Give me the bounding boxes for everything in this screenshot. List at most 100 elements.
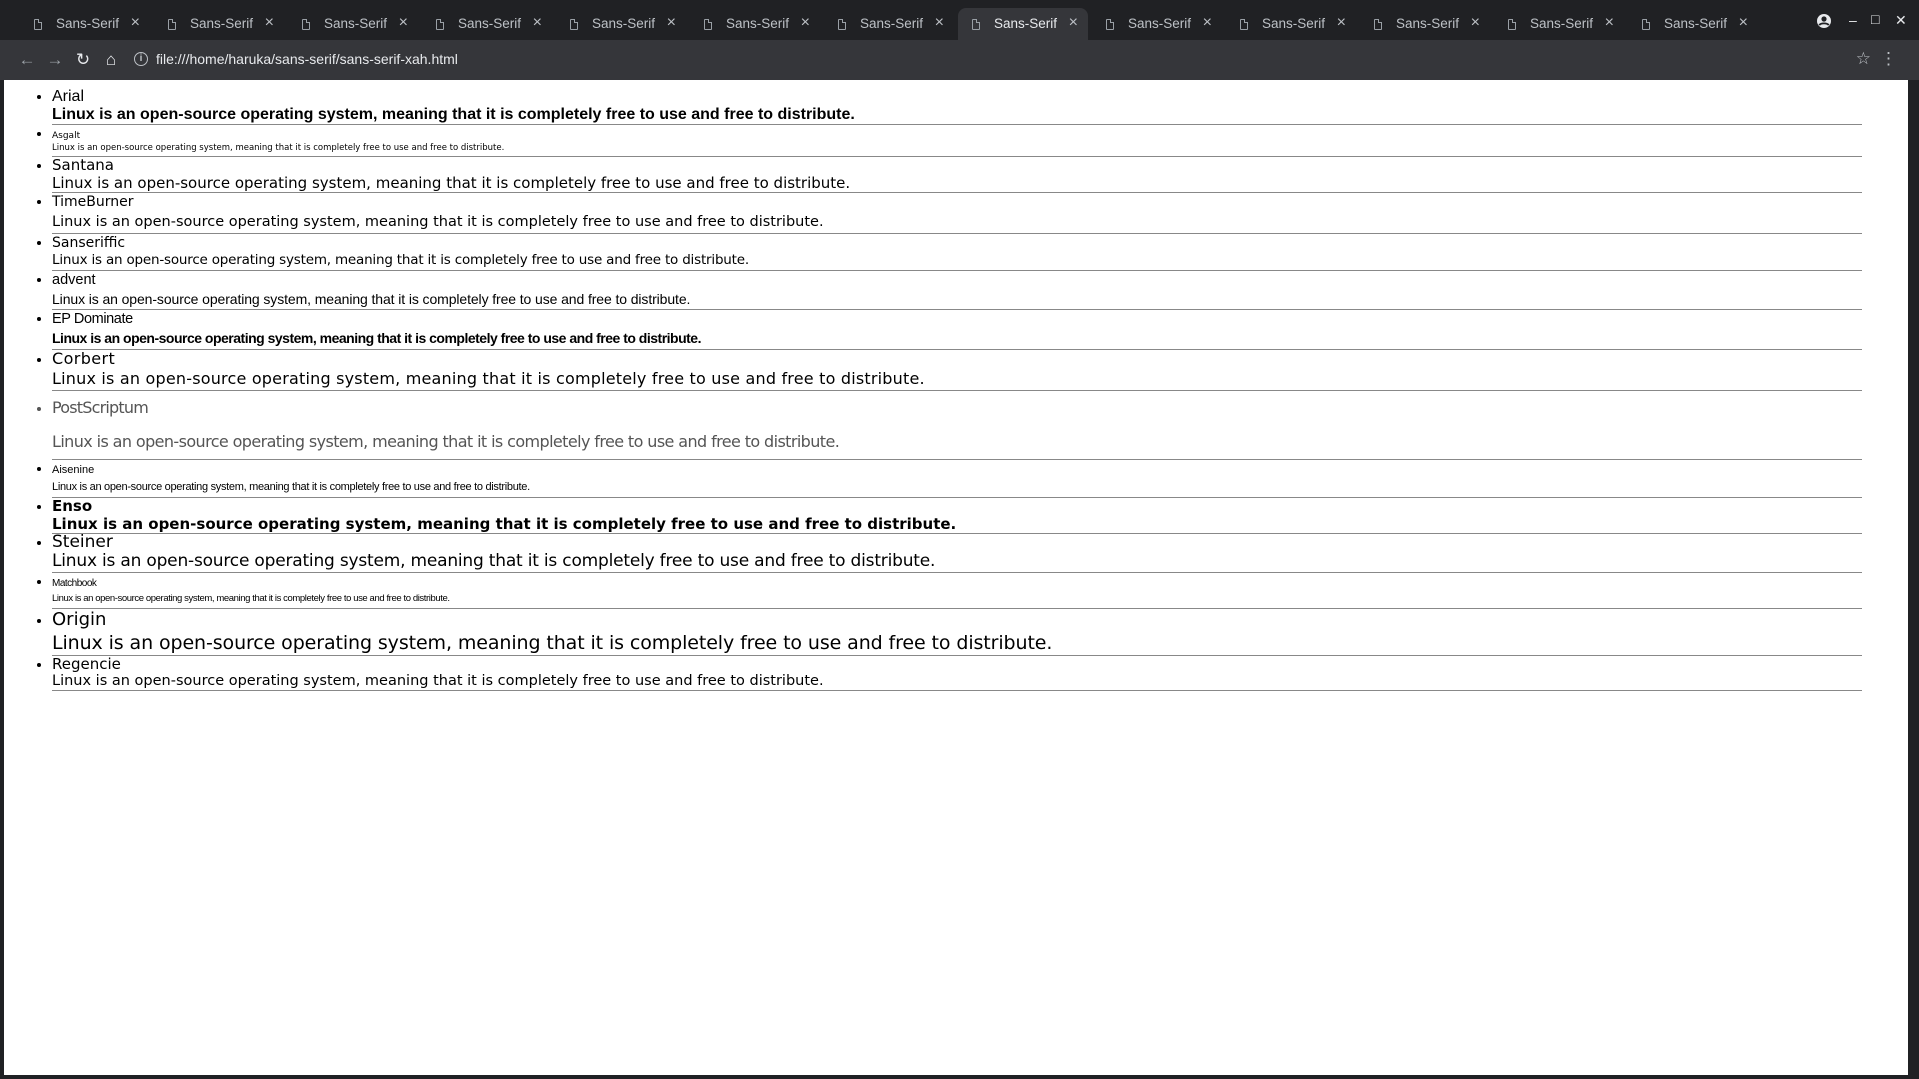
page-icon [570,19,578,30]
tab-title: Sans-Serif [1262,16,1326,31]
list-item: RegencieLinux is an open-source operatin… [52,656,1862,691]
font-sample: Linux is an open-source operating system… [52,174,851,192]
tab-title: Sans-Serif [56,16,120,31]
page-icon [1374,19,1382,30]
font-sample: Linux is an open-source operating system… [52,330,701,346]
tab-close-icon[interactable]: × [935,14,944,32]
list-item: SanserifficLinux is an open-source opera… [52,234,1862,271]
window-close-icon[interactable]: ✕ [1895,12,1907,28]
tab-close-icon[interactable]: × [533,14,542,32]
page-icon [972,19,980,30]
font-sample: Linux is an open-source operating system… [52,515,957,533]
tab-10[interactable]: Sans-Serif × [1360,8,1490,40]
tab-close-icon[interactable]: × [131,14,140,32]
maximize-icon[interactable]: □ [1871,11,1879,27]
tab-1[interactable]: Sans-Serif × [154,8,284,40]
page-icon [1240,19,1248,30]
page-icon [1106,19,1114,30]
tab-2[interactable]: Sans-Serif × [288,8,418,40]
tab-title: Sans-Serif [860,16,924,31]
menu-icon[interactable]: ⋮ [1880,49,1897,69]
minimize-icon[interactable]: – [1849,12,1857,28]
font-name: PostScriptum [52,398,149,417]
font-sample: Linux is an open-source operating system… [52,252,749,268]
font-name: Corbert [52,349,116,368]
page-icon [34,19,42,30]
font-name: advent [52,272,96,288]
tab-9[interactable]: Sans-Serif × [1226,8,1356,40]
tab-close-icon[interactable]: × [265,14,274,32]
page-icon [302,19,310,30]
list-item: CorbertLinux is an open-source operating… [52,350,1862,391]
tab-close-icon[interactable]: × [1069,14,1078,32]
list-item: Matchbook Linux is an open-source operati… [52,573,1862,609]
tab-close-icon[interactable]: × [1605,14,1614,32]
page-icon [1508,19,1516,30]
forward-icon[interactable]: → [44,49,66,71]
tab-8[interactable]: Sans-Serif × [1092,8,1222,40]
tab-11[interactable]: Sans-Serif × [1494,8,1624,40]
font-name: Asgalt [52,131,81,141]
list-item: ArialLinux is an open-source operating s… [52,88,1862,125]
page-viewport[interactable]: ArialLinux is an open-source operating s… [4,80,1908,1075]
tab-title: Sans-Serif [190,16,254,31]
font-name: EP Dominate [52,311,133,327]
font-name: Sanseriffic [52,235,126,251]
font-name: TimeBurner [52,194,134,210]
tab-close-icon[interactable]: × [667,14,676,32]
list-item: SantanaLinux is an open-source operating… [52,157,1862,193]
font-name: Santana [52,156,114,174]
tab-title: Sans-Serif [592,16,656,31]
tab-12[interactable]: Sans-Serif × [1628,8,1758,40]
tab-title: Sans-Serif [1664,16,1728,31]
tab-title: Sans-Serif [458,16,522,31]
list-item: PostScriptum Linux is an open-source oper… [52,391,1862,460]
tab-6[interactable]: Sans-Serif × [824,8,954,40]
font-sample: Linux is an open-source operating system… [52,291,691,307]
font-sample: Linux is an open-source operating system… [52,593,450,604]
tab-title: Sans-Serif [324,16,388,31]
tab-close-icon[interactable]: × [1337,14,1346,32]
font-name: Steiner [52,532,113,552]
reload-icon[interactable]: ↻ [72,49,94,71]
page-icon [838,19,846,30]
tab-5[interactable]: Sans-Serif × [690,8,820,40]
tab-title: Sans-Serif [1396,16,1460,31]
tab-close-icon[interactable]: × [1203,14,1212,32]
page-icon [436,19,444,30]
tab-7-active[interactable]: Sans-Serif × [958,8,1088,40]
info-icon[interactable]: i [134,52,148,66]
font-name: Regencie [52,655,121,673]
tab-3[interactable]: Sans-Serif × [422,8,552,40]
tab-title: Sans-Serif [1128,16,1192,31]
font-name: Matchbook [52,578,97,589]
font-sample: Linux is an open-source operating system… [52,432,840,451]
home-icon[interactable]: ⌂ [100,49,122,71]
tab-close-icon[interactable]: × [399,14,408,32]
font-name: Aisenine [52,464,95,476]
tab-0[interactable]: Sans-Serif × [20,8,150,40]
font-name: Arial [52,88,85,105]
font-sample: Linux is an open-source operating system… [52,632,1053,654]
list-item: OriginLinux is an open-source operating … [52,609,1862,656]
font-name: Origin [52,609,107,630]
list-item: EnsoLinux is an open-source operating sy… [52,498,1862,534]
browser-chrome: Sans-Serif × Sans-Serif × Sans-Serif × Sans… [0,0,1919,80]
address-bar[interactable]: file:///home/haruka/sans-serif/sans-seri… [156,51,458,67]
font-sample: Linux is an open-source operating system… [52,106,855,123]
tab-close-icon[interactable]: × [801,14,810,32]
tab-title: Sans-Serif [1530,16,1594,31]
font-sample: Linux is an open-source operating system… [52,214,824,230]
tab-4[interactable]: Sans-Serif × [556,8,686,40]
browser-toolbar: ← → ↻ ⌂ i file:///home/haruka/sans-serif… [0,40,1919,80]
font-sample: Linux is an open-source operating system… [52,673,824,689]
account-circle-icon[interactable] [1816,13,1832,32]
bookmark-star-icon[interactable]: ☆ [1856,49,1871,69]
font-sample: Linux is an open-source operating system… [52,143,505,153]
tab-close-icon[interactable]: × [1739,14,1748,32]
list-item: EP Dominate Linux is an open-source opera… [52,310,1862,350]
tab-close-icon[interactable]: × [1471,14,1480,32]
font-name: Enso [52,497,93,515]
list-item: TimeBurner Linux is an open-source operat… [52,193,1862,234]
back-icon[interactable]: ← [16,49,38,71]
